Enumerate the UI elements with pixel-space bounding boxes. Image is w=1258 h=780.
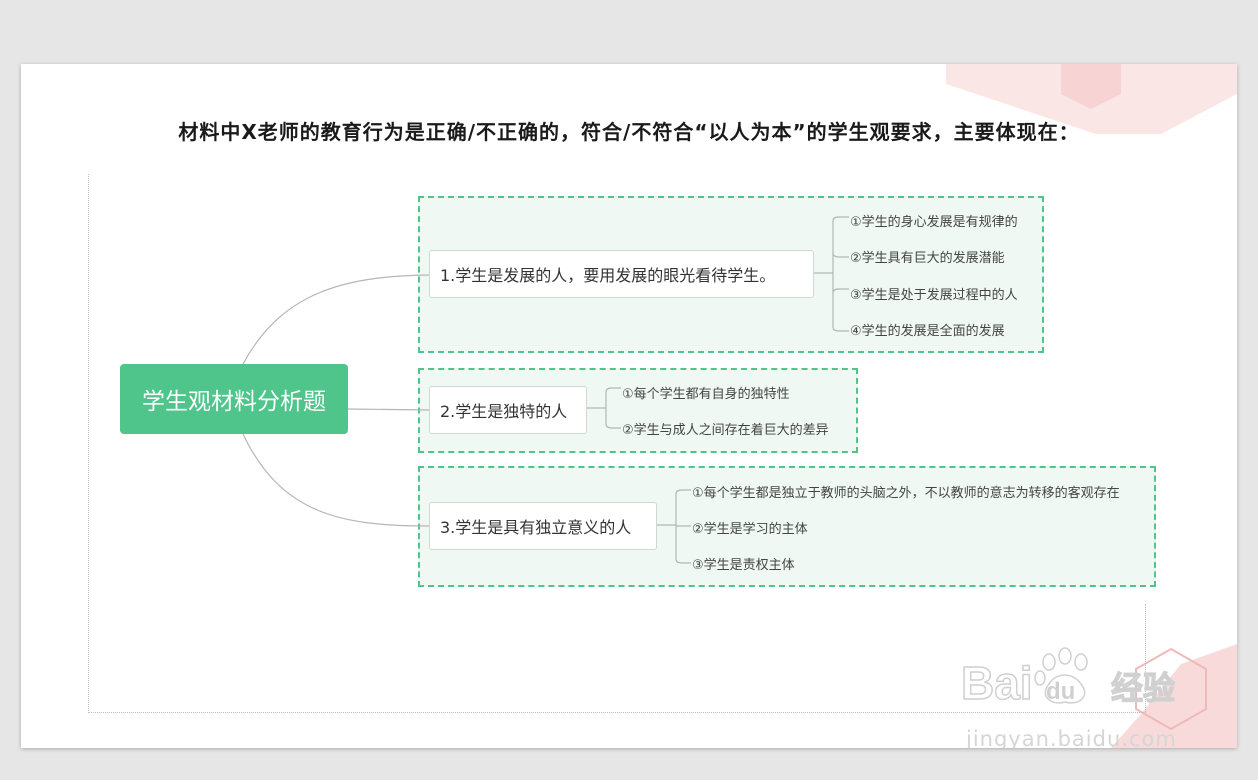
branch-node-1[interactable]: 1.学生是发展的人，要用发展的眼光看待学生。: [429, 250, 814, 298]
leaf-3-3[interactable]: ③学生是责权主体: [692, 554, 795, 573]
leaf-1-4[interactable]: ④学生的发展是全面的发展: [850, 320, 1005, 339]
leaf-3-2[interactable]: ②学生是学习的主体: [692, 518, 808, 537]
leaf-1-3[interactable]: ③学生是处于发展过程中的人: [850, 284, 1018, 303]
leaf-1-2[interactable]: ②学生具有巨大的发展潜能: [850, 247, 1005, 266]
leaf-1-1[interactable]: ①学生的身心发展是有规律的: [850, 211, 1018, 230]
leaf-3-1[interactable]: ①每个学生都是独立于教师的头脑之外，不以教师的意志为转移的客观存在: [692, 482, 1120, 501]
branch-node-2[interactable]: 2.学生是独特的人: [429, 386, 587, 434]
leaf-2-2[interactable]: ②学生与成人之间存在着巨大的差异: [622, 419, 829, 438]
leaf-2-1[interactable]: ①每个学生都有自身的独特性: [622, 383, 790, 402]
baidu-watermark-logo: Bai du 经验: [961, 647, 1176, 710]
slide-canvas: 材料中X老师的教育行为是正确/不正确的，符合/不符合“以人为本”的学生观要求，主…: [21, 64, 1237, 748]
svg-text:经验: 经验: [1111, 669, 1175, 707]
baidu-watermark-url: jingyan.baidu.com: [966, 727, 1177, 748]
branch-node-3[interactable]: 3.学生是具有独立意义的人: [429, 502, 657, 550]
mindmap-root-node[interactable]: 学生观材料分析题: [120, 364, 348, 434]
svg-text:Bai: Bai: [961, 657, 1033, 709]
svg-text:du: du: [1046, 678, 1075, 705]
